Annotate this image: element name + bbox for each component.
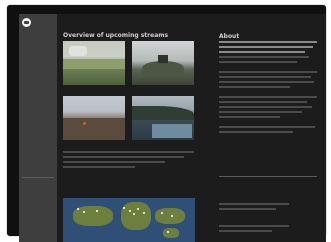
webcam-sign — [69, 46, 87, 56]
map-pin-icon[interactable] — [137, 208, 139, 210]
logo-mark-icon — [22, 18, 31, 27]
about-divider — [219, 176, 317, 177]
map-pin-icon[interactable] — [77, 208, 79, 210]
browser-screen: Overview of upcoming streams About — [19, 14, 326, 242]
map-pin-icon[interactable] — [83, 211, 85, 213]
map-pin-icon[interactable] — [143, 212, 145, 214]
map-pin-icon[interactable] — [123, 207, 125, 209]
webcam-thumbnail[interactable] — [63, 96, 125, 140]
map-pin-icon[interactable] — [171, 215, 173, 217]
map-pin-icon[interactable] — [129, 210, 131, 212]
sidebar-divider — [22, 177, 54, 178]
map-pin-icon[interactable] — [167, 231, 169, 233]
news-text — [219, 203, 289, 213]
about-title: About — [219, 32, 240, 40]
webcam-building — [142, 61, 184, 75]
webcam-hillside — [63, 59, 125, 69]
webcam-thumbnail[interactable] — [132, 96, 194, 140]
monitor-frame: Overview of upcoming streams About — [7, 5, 326, 242]
webcam-caption — [63, 151, 194, 171]
map-pin-icon[interactable] — [96, 210, 98, 212]
map-land — [163, 228, 179, 238]
webcam-tree — [158, 55, 168, 63]
news-text-2 — [219, 225, 289, 235]
webcam-town — [63, 118, 125, 140]
page-title: Overview of upcoming streams — [63, 32, 169, 40]
map-land — [121, 202, 151, 230]
world-map[interactable] — [63, 198, 195, 242]
map-land — [155, 208, 185, 224]
map-pin-icon[interactable] — [133, 213, 135, 215]
webcam-thumbnail[interactable] — [132, 41, 194, 85]
webcam-water — [152, 124, 192, 138]
map-pin-icon[interactable] — [161, 212, 163, 214]
map-land — [73, 206, 113, 226]
about-text — [219, 41, 317, 136]
webcam-thumbnail[interactable] — [63, 41, 125, 85]
webcam-coast — [132, 106, 194, 120]
logo[interactable] — [22, 18, 55, 27]
sidebar — [19, 14, 57, 242]
webcam-light — [83, 122, 86, 125]
